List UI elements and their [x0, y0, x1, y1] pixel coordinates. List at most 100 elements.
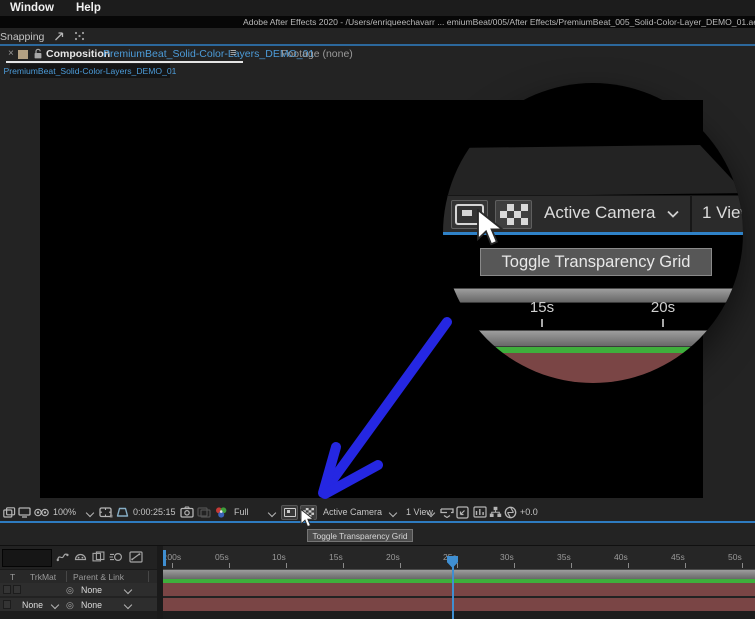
column-divider[interactable] [148, 571, 149, 582]
timeline-empty-area [0, 611, 755, 619]
callout-tooltip-text: Toggle Transparency Grid [501, 252, 691, 271]
ruler-label: 35s [557, 552, 571, 562]
layer-row[interactable]: ◎ None [0, 583, 157, 596]
region-of-interest-button[interactable] [281, 505, 298, 520]
trkmat-dropdown[interactable]: None [22, 600, 43, 610]
snap-points-icon[interactable] [73, 30, 86, 42]
layer-switch-box[interactable] [3, 585, 11, 594]
menu-window[interactable]: Window [10, 2, 54, 14]
parent-dropdown[interactable]: None [81, 585, 102, 595]
callout-ruler-15s: 15s [529, 299, 555, 316]
chevron-down-icon[interactable] [123, 585, 133, 594]
timeline-panel: :00s 05s 10s 15s 20s 25s 30s 35s 40s 45s… [0, 545, 755, 619]
ruler-ticks [172, 563, 173, 568]
layer-bar[interactable] [163, 598, 755, 611]
shy-layers-icon[interactable] [74, 551, 87, 563]
flowchart-icon[interactable] [489, 506, 502, 518]
ruler-tick [541, 319, 543, 327]
3d-view-dropdown[interactable]: Active Camera [323, 507, 382, 517]
chevron-down-icon[interactable] [50, 600, 60, 609]
column-divider[interactable] [66, 571, 67, 582]
tab-composition-label[interactable]: Composition [46, 48, 110, 60]
column-parent-link[interactable]: Parent & Link [73, 572, 124, 582]
ruler-label: 05s [215, 552, 229, 562]
toolbar-separator [690, 195, 692, 232]
chevron-down-icon[interactable] [388, 508, 398, 518]
time-ruler[interactable]: :00s 05s 10s 15s 20s 25s 30s 35s 40s 45s… [163, 546, 755, 569]
share-view-icon[interactable] [440, 507, 454, 518]
current-time-display[interactable]: 0:00:25:15 [133, 507, 176, 517]
window-title: Adobe After Effects 2020 - /Users/enriqu… [243, 17, 755, 27]
column-headers: T TrkMat Parent & Link [0, 569, 157, 583]
mask-visibility-icon[interactable] [116, 507, 129, 518]
pixel-aspect-icon[interactable] [456, 506, 469, 519]
callout-work-area-bar[interactable] [443, 330, 743, 347]
tooltip-text: Toggle Transparency Grid [312, 530, 408, 541]
chevron-down-icon[interactable] [123, 600, 133, 609]
timeline-timecode-box[interactable] [2, 549, 52, 567]
close-icon[interactable]: × [8, 48, 14, 59]
top-toolbar: Snapping [0, 28, 755, 44]
ruler-label: 45s [671, 552, 685, 562]
lock-icon[interactable] [33, 48, 43, 60]
viewer-tab[interactable]: PremiumBeat_Solid-Color-Layers_DEMO_01 [4, 64, 176, 78]
3d-view-dropdown[interactable]: Active Camera [544, 203, 655, 223]
layer-switch-box[interactable] [3, 600, 11, 609]
monitor-icon[interactable] [18, 507, 31, 518]
panel-marker-icon [18, 50, 28, 59]
ruler-label: :00s [165, 552, 182, 562]
ruler-label: 20s [386, 552, 400, 562]
magnification-dropdown[interactable]: 100% [53, 507, 76, 517]
region-of-interest-icon [283, 508, 296, 517]
ruler-label: 10s [272, 552, 286, 562]
layer-row[interactable]: None ◎ None [0, 598, 157, 611]
callout-ruler-20s: 20s [650, 299, 676, 316]
ruler-tick [662, 319, 664, 327]
snapping-label: Snapping [0, 31, 45, 43]
callout-tooltip: Toggle Transparency Grid [480, 248, 712, 276]
resolution-dropdown[interactable]: Full [234, 507, 249, 517]
parent-dropdown[interactable]: None [81, 600, 102, 610]
pickwhip-icon[interactable]: ◎ [66, 585, 74, 596]
layers-stack-icon[interactable] [3, 507, 16, 518]
ruler-label: 15s [329, 552, 343, 562]
motion-blur-icon[interactable] [109, 551, 123, 563]
panel-menu-icon[interactable]: ≡ [230, 47, 236, 59]
title-bar: Adobe After Effects 2020 - /Users/enriqu… [0, 16, 755, 28]
callout-layer-maroon [443, 353, 743, 383]
after-effects-window: Window Help Adobe After Effects 2020 - /… [0, 0, 755, 619]
column-t[interactable]: T [10, 572, 15, 582]
cursor-icon [476, 209, 506, 249]
comp-toolbar: 100% 0:00:25:15 Full Active Camera 1 Vie… [0, 503, 755, 521]
grid-guides-icon[interactable] [99, 507, 113, 518]
ruler-label: 50s [728, 552, 742, 562]
chevron-down-icon[interactable] [666, 208, 680, 220]
exposure-shutter-icon[interactable] [504, 506, 517, 519]
tab-footage[interactable]: Footage (none) [281, 48, 353, 60]
column-trkmat[interactable]: TrkMat [30, 572, 56, 582]
menu-bar: Window Help [0, 0, 755, 16]
callout-scrollbar[interactable] [443, 288, 743, 303]
layer-switch-box[interactable] [13, 585, 21, 594]
exposure-value[interactable]: +0.0 [520, 507, 538, 517]
timeline-graph-icon[interactable] [473, 506, 487, 518]
channels-rgb-icon[interactable] [214, 506, 228, 519]
mini-flowchart-icon[interactable] [56, 551, 69, 563]
tooltip: Toggle Transparency Grid [307, 529, 413, 542]
graph-editor-icon[interactable] [129, 551, 143, 563]
pickwhip-icon[interactable]: ◎ [66, 600, 74, 611]
chevron-down-icon[interactable] [85, 508, 95, 518]
show-snapshot-icon[interactable] [197, 506, 211, 518]
menu-help[interactable]: Help [76, 2, 101, 14]
view-layout-dropdown[interactable]: 1 View [702, 203, 743, 223]
panel-divider [0, 521, 755, 523]
timeline-panel-divider[interactable] [157, 546, 163, 619]
viewer-tab-label: PremiumBeat_Solid-Color-Layers_DEMO_01 [3, 66, 177, 76]
layer-bar[interactable] [163, 583, 755, 596]
snap-move-icon[interactable] [53, 30, 65, 42]
cursor-icon [300, 509, 315, 529]
frame-blending-icon[interactable] [92, 551, 105, 563]
goggles-icon[interactable] [34, 507, 49, 518]
chevron-down-icon[interactable] [267, 508, 277, 518]
snapshot-camera-icon[interactable] [180, 506, 194, 518]
